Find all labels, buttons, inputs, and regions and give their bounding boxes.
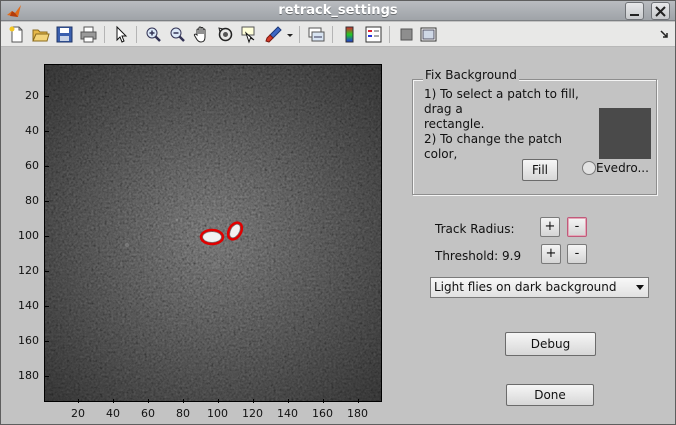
- x-tick-label: 20: [71, 407, 85, 420]
- minimize-icon: [630, 14, 639, 16]
- x-tick-mark: [78, 399, 79, 403]
- close-button[interactable]: [651, 2, 670, 20]
- open-folder-icon[interactable]: [31, 25, 50, 44]
- y-tick-label: 160: [18, 334, 39, 347]
- show-plot-tools-icon[interactable]: [419, 25, 438, 44]
- x-tick-label: 180: [347, 407, 368, 420]
- rotate-3d-icon[interactable]: [216, 25, 235, 44]
- x-tick-mark: [253, 399, 254, 403]
- y-tick-mark: [45, 166, 49, 167]
- new-file-icon[interactable]: [7, 25, 26, 44]
- y-tick-mark: [45, 131, 49, 132]
- toolbar-separator: [104, 26, 105, 43]
- x-tick-label: 160: [312, 407, 333, 420]
- tracked-fly-marker: [199, 228, 225, 246]
- x-tick-label: 120: [242, 407, 263, 420]
- window-title: retrack_settings: [278, 3, 398, 18]
- zoom-in-icon[interactable]: [144, 25, 163, 44]
- minimize-button[interactable]: [625, 2, 644, 20]
- link-plot-icon[interactable]: [307, 25, 326, 44]
- camera-frame-image: [45, 65, 381, 401]
- print-icon[interactable]: [79, 25, 98, 44]
- legend-icon[interactable]: [364, 25, 383, 44]
- x-tick-mark: [183, 399, 184, 403]
- toolbar-separator: [332, 26, 333, 43]
- fix-background-title: Fix Background: [423, 68, 519, 82]
- threshold-value: 9.9: [502, 249, 522, 263]
- y-tick-label: 20: [25, 89, 39, 102]
- track-radius-decrease-button[interactable]: -: [567, 217, 587, 237]
- y-tick-mark: [45, 341, 49, 342]
- y-tick-label: 80: [25, 194, 39, 207]
- eyedropper-radio-label: Evedro...: [596, 161, 649, 175]
- zoom-out-icon[interactable]: [168, 25, 187, 44]
- x-tick-mark: [358, 399, 359, 403]
- y-tick-mark: [45, 201, 49, 202]
- y-tick-label: 180: [18, 369, 39, 382]
- instruction-line: rectangle.: [424, 117, 485, 131]
- fix-background-instructions: 1) To select a patch to fill, drag a rec…: [424, 87, 599, 162]
- hide-plot-tools-icon[interactable]: [397, 25, 416, 44]
- y-tick-mark: [45, 96, 49, 97]
- x-tick-mark: [218, 399, 219, 403]
- save-icon[interactable]: [55, 25, 74, 44]
- y-tick-label: 100: [18, 229, 39, 242]
- patch-color-swatch[interactable]: [599, 108, 651, 159]
- brush-icon[interactable]: [264, 25, 283, 44]
- pan-hand-icon[interactable]: [192, 25, 211, 44]
- background-mode-value: Light flies on dark background: [434, 280, 617, 294]
- y-tick-mark: [45, 271, 49, 272]
- toolbar-separator: [389, 26, 390, 43]
- track-radius-increase-button[interactable]: +: [540, 217, 560, 237]
- image-axes[interactable]: [44, 64, 382, 402]
- figure-canvas: 20 40 60 80 100 120 140 160 180 20 40 60…: [1, 47, 675, 424]
- toolbar-separator: [299, 26, 300, 43]
- chevron-down-icon: [636, 285, 644, 290]
- threshold-increase-button[interactable]: +: [541, 244, 561, 264]
- x-tick-label: 140: [277, 407, 298, 420]
- instruction-line: 2) To change the patch color,: [424, 132, 562, 161]
- title-bar[interactable]: retrack_settings: [1, 1, 675, 21]
- colorbar-icon[interactable]: [340, 25, 359, 44]
- y-tick-label: 60: [25, 159, 39, 172]
- done-button[interactable]: Done: [506, 384, 594, 406]
- toolbar-separator: [136, 26, 137, 43]
- y-tick-label: 140: [18, 299, 39, 312]
- background-mode-select[interactable]: Light flies on dark background: [430, 277, 649, 298]
- threshold-decrease-button[interactable]: -: [567, 244, 587, 264]
- x-tick-mark: [113, 399, 114, 403]
- y-tick-mark: [45, 236, 49, 237]
- x-tick-label: 40: [106, 407, 120, 420]
- y-tick-mark: [45, 376, 49, 377]
- threshold-label: Threshold:: [435, 249, 499, 263]
- pointer-icon[interactable]: [112, 25, 131, 44]
- x-tick-label: 80: [176, 407, 190, 420]
- fill-button[interactable]: Fill: [522, 159, 558, 181]
- x-tick-mark: [148, 399, 149, 403]
- dock-icon[interactable]: [655, 25, 674, 44]
- track-radius-label: Track Radius:: [435, 222, 515, 236]
- close-icon: [655, 6, 666, 17]
- brush-dropdown-arrow-icon[interactable]: [285, 25, 295, 44]
- y-tick-mark: [45, 306, 49, 307]
- x-tick-mark: [288, 399, 289, 403]
- y-tick-label: 120: [18, 264, 39, 277]
- x-tick-label: 100: [207, 407, 228, 420]
- y-tick-label: 40: [25, 124, 39, 137]
- data-cursor-icon[interactable]: [240, 25, 259, 44]
- figure-toolbar: [1, 22, 675, 47]
- app-window: retrack_settings 20 40 60 80 100 120 140…: [0, 0, 676, 425]
- instruction-line: drag a: [424, 102, 463, 116]
- x-tick-mark: [323, 399, 324, 403]
- instruction-line: 1) To select a patch to fill,: [424, 87, 579, 101]
- debug-button[interactable]: Debug: [505, 332, 596, 356]
- x-tick-label: 60: [141, 407, 155, 420]
- eyedropper-radio[interactable]: [582, 161, 596, 175]
